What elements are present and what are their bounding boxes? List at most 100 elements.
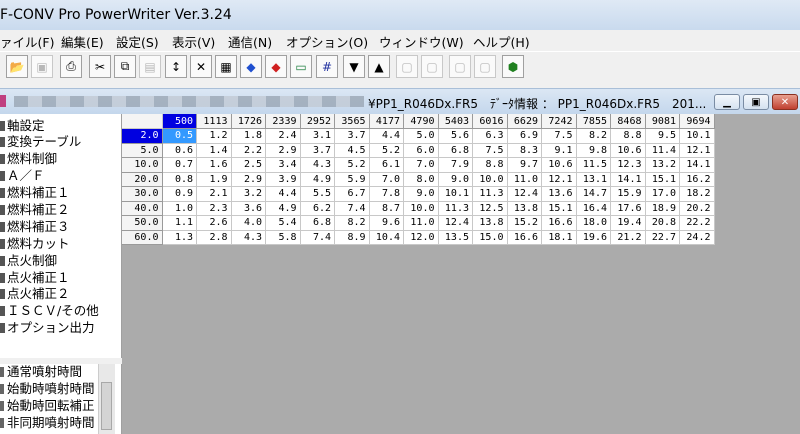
tree-item-iscv[interactable]: ＩＳＣＶ/その他 [0, 303, 99, 319]
table-cell[interactable]: 12.1 [679, 143, 715, 158]
table-cell[interactable]: 16.4 [576, 201, 611, 216]
list-item-start-injection[interactable]: 始動時噴射時間 [0, 381, 95, 397]
table-cell[interactable]: 12.3 [610, 157, 646, 173]
table-cell[interactable]: 17.0 [645, 186, 680, 202]
list-item-start-rpm-corr[interactable]: 始動時回転補正 [0, 398, 95, 414]
table-cell[interactable]: 5.0 [403, 128, 439, 144]
close-button[interactable]: ✕ [772, 94, 798, 110]
table-cell[interactable]: 5.6 [438, 128, 473, 144]
tree-item-fuel-control[interactable]: 燃料制御 [0, 151, 57, 167]
table-cell[interactable]: 15.9 [610, 186, 646, 202]
table-cell[interactable]: 1.3 [162, 230, 197, 245]
table-cell[interactable]: 10.6 [541, 157, 577, 173]
col-header[interactable]: 2339 [265, 114, 301, 129]
table-cell[interactable]: 11.4 [645, 143, 680, 158]
menu-help[interactable]: ヘルプ(H) [473, 32, 530, 51]
stamp-icon[interactable]: ▦ [215, 55, 237, 78]
table-cell[interactable]: 10.0 [472, 172, 508, 187]
font-up-icon[interactable]: ↕ [165, 55, 187, 78]
table-cell[interactable]: 6.1 [369, 157, 404, 173]
table-cell[interactable]: 3.6 [231, 201, 266, 216]
table-cell[interactable]: 7.5 [472, 143, 508, 158]
table-cell[interactable]: 14.1 [610, 172, 646, 187]
table-cell[interactable]: 15.1 [541, 201, 577, 216]
table-cell[interactable]: 15.0 [472, 230, 508, 245]
col-header[interactable]: 2952 [300, 114, 335, 129]
menu-view[interactable]: 表示(V) [172, 32, 215, 51]
list-scrollbar[interactable] [98, 364, 115, 434]
table-cell[interactable]: 7.0 [403, 157, 439, 173]
table-cell[interactable]: 3.7 [334, 128, 370, 144]
car-red-icon[interactable]: ◆ [265, 55, 287, 78]
list-item-async-injection[interactable]: 非同期噴射時間 [0, 415, 95, 431]
table-cell[interactable]: 2.9 [265, 143, 301, 158]
table-cell[interactable]: 17.6 [610, 201, 646, 216]
font-clear-icon[interactable]: ✕ [190, 55, 212, 78]
maximize-button[interactable]: ▣ [743, 94, 769, 110]
table-cell[interactable]: 10.0 [403, 201, 439, 216]
table-cell[interactable]: 1.1 [162, 215, 197, 231]
table-cell[interactable]: 12.1 [541, 172, 577, 187]
table-cell[interactable]: 7.9 [438, 157, 473, 173]
table-cell[interactable]: 8.3 [507, 143, 542, 158]
table-cell[interactable]: 9.0 [403, 186, 439, 202]
menu-edit[interactable]: 編集(E) [61, 32, 104, 51]
table-cell[interactable]: 11.3 [472, 186, 508, 202]
table-cell[interactable]: 12.0 [403, 230, 439, 245]
tree-item-axis[interactable]: 軸設定 [0, 118, 45, 134]
table-cell[interactable]: 19.4 [610, 215, 646, 231]
table-cell[interactable]: 1.0 [162, 201, 197, 216]
table-cell[interactable]: 18.2 [679, 186, 715, 202]
menu-window[interactable]: ウィンドウ(W) [379, 32, 464, 51]
table-cell[interactable]: 9.8 [576, 143, 611, 158]
table-cell[interactable]: 8.2 [576, 128, 611, 144]
table-cell[interactable]: 6.2 [300, 201, 335, 216]
table-cell[interactable]: 5.5 [300, 186, 335, 202]
table-cell[interactable]: 11.0 [507, 172, 542, 187]
table-cell[interactable]: 0.9 [162, 186, 197, 202]
tree-item-fuel-corr-3[interactable]: 燃料補正３ [0, 219, 70, 235]
table-cell[interactable]: 12.4 [507, 186, 542, 202]
scrollbar-thumb[interactable] [101, 382, 112, 430]
table-cell[interactable]: 1.9 [196, 172, 232, 187]
table-cell[interactable]: 16.6 [507, 230, 542, 245]
table-cell[interactable]: 6.0 [403, 143, 439, 158]
table-cell[interactable]: 8.9 [334, 230, 370, 245]
col-header[interactable]: 1113 [196, 114, 232, 129]
table-cell[interactable]: 15.1 [645, 172, 680, 187]
col-header[interactable]: 5403 [438, 114, 473, 129]
col-header[interactable]: 4790 [403, 114, 439, 129]
menu-options[interactable]: オプション(O) [286, 32, 368, 51]
table-cell[interactable]: 2.5 [231, 157, 266, 173]
table-cell[interactable]: 2.1 [196, 186, 232, 202]
tree-item-fuel-corr-2[interactable]: 燃料補正２ [0, 202, 70, 218]
grid-icon[interactable]: # [316, 55, 338, 78]
col-header[interactable]: 7242 [541, 114, 577, 129]
paste-icon[interactable]: ▤ [139, 55, 161, 78]
print-icon[interactable]: ⎙ [60, 55, 82, 78]
table-cell[interactable]: 8.8 [472, 157, 508, 173]
table-cell[interactable]: 7.5 [541, 128, 577, 144]
table-cell[interactable]: 2.8 [196, 230, 232, 245]
row-header[interactable]: 5.0 [122, 143, 163, 158]
table-cell[interactable]: 3.2 [231, 186, 266, 202]
table-cell[interactable]: 7.4 [334, 201, 370, 216]
table-cell[interactable]: 13.6 [541, 186, 577, 202]
tree-item-ignition-control[interactable]: 点火制御 [0, 253, 57, 269]
table-cell[interactable]: 7.4 [300, 230, 335, 245]
tree-item-af[interactable]: Ａ／Ｆ [0, 168, 45, 184]
table-cell[interactable]: 2.6 [196, 215, 232, 231]
table-cell[interactable]: 10.1 [438, 186, 473, 202]
table-cell[interactable]: 9.0 [438, 172, 473, 187]
table-cell[interactable]: 12.4 [438, 215, 473, 231]
row-header[interactable]: 2.0 [122, 128, 163, 144]
save-icon[interactable]: ▣ [31, 55, 53, 78]
row-header[interactable]: 30.0 [122, 186, 163, 202]
table-cell[interactable]: 10.4 [369, 230, 404, 245]
table-cell[interactable]: 20.2 [679, 201, 715, 216]
table-cell[interactable]: 6.9 [507, 128, 542, 144]
table-cell[interactable]: 5.2 [369, 143, 404, 158]
menu-comm[interactable]: 通信(N) [228, 32, 272, 51]
table-cell[interactable]: 5.9 [334, 172, 370, 187]
table-cell[interactable]: 13.2 [645, 157, 680, 173]
